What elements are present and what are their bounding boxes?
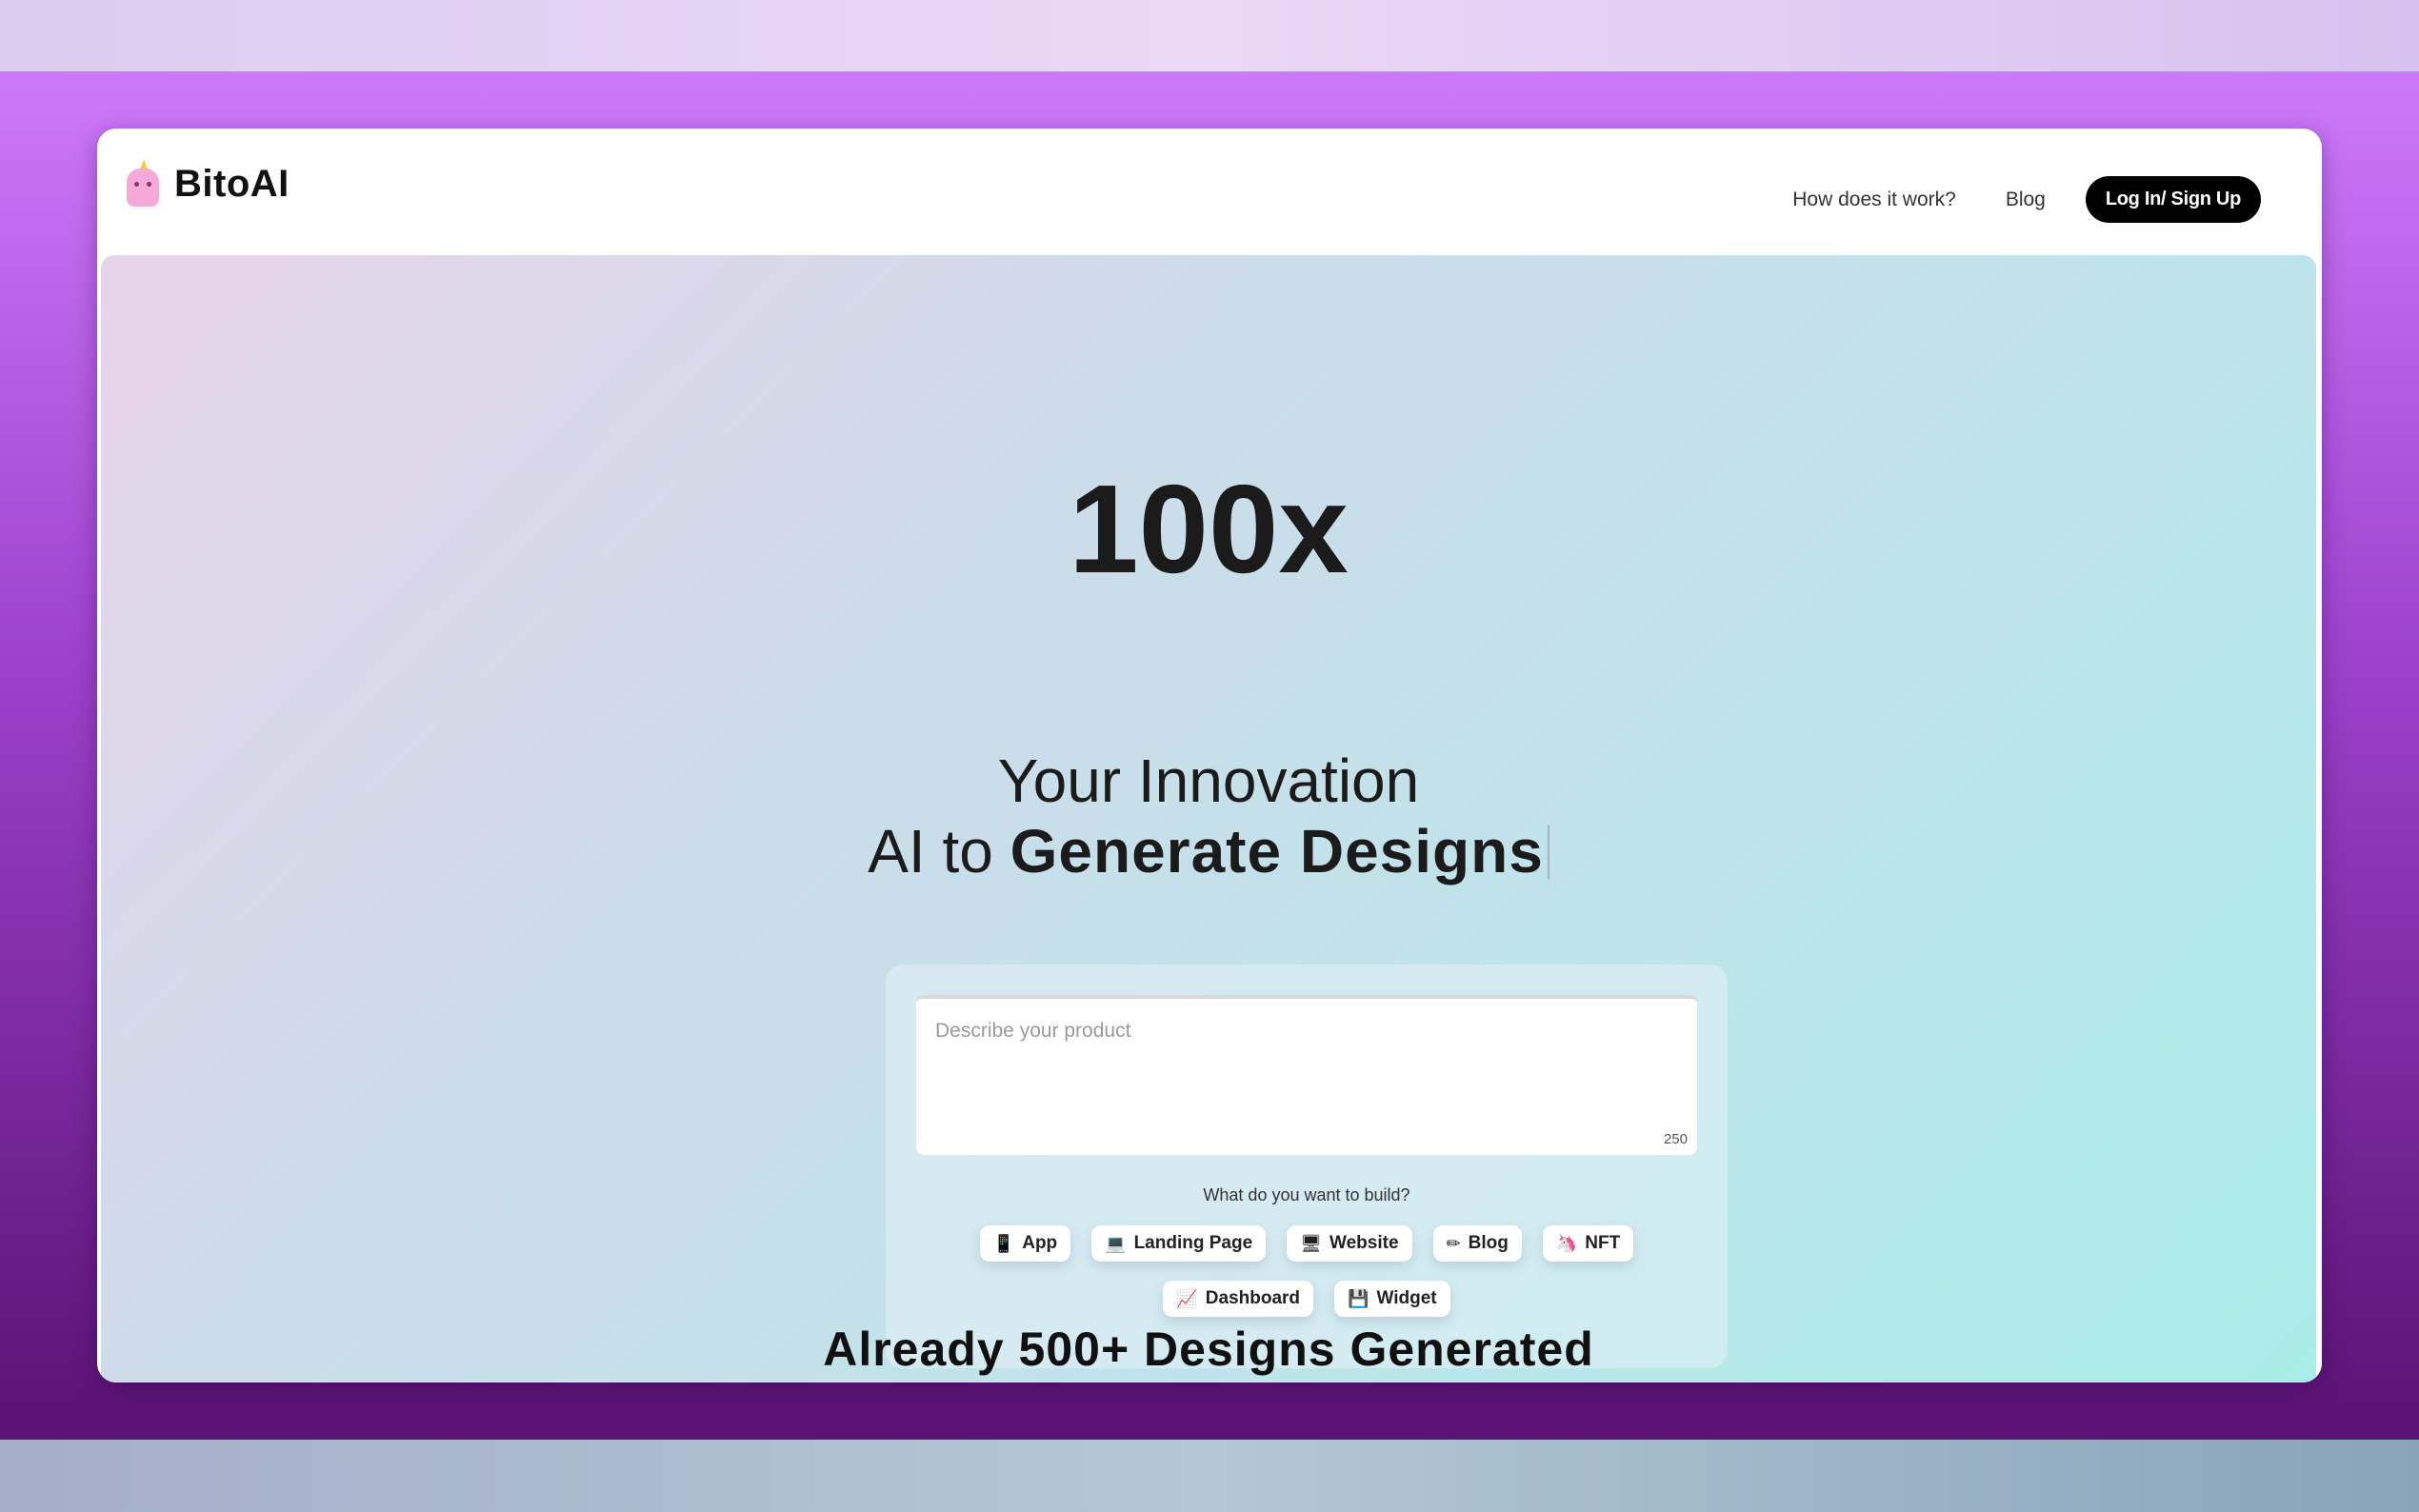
hero-multiplier: 100x [1069,459,1349,599]
designs-generated-headline: Already 500+ Designs Generated [823,1323,1594,1376]
option-dashboard[interactable]: 📈 Dashboard [1163,1281,1314,1317]
typing-caret [1547,825,1549,880]
option-app[interactable]: 📱 App [979,1225,1071,1262]
phone-icon: 📱 [992,1233,1015,1253]
unicorn-icon: 🦄 [1555,1233,1578,1253]
login-signup-button[interactable]: Log In/ Sign Up [2085,176,2261,223]
build-options-row-1: 📱 App 💻 Landing Page 🖥 Website ✏ Blog 🦄 [886,1225,1728,1262]
input-placeholder: Describe your product [935,1020,1131,1042]
background-strip [0,1440,2419,1512]
laptop-icon: 💻 [1105,1233,1127,1253]
option-widget[interactable]: 💾 Widget [1334,1281,1450,1317]
hero-line2-prefix: AI to [868,817,993,885]
char-counter: 250 [1663,1131,1688,1147]
hero-line2: AI to Generate Designs [101,815,2316,887]
nav-links: How does it work? Blog Log In/ Sign Up [1792,176,2261,223]
hero-line2-highlight: Generate Designs [1010,817,1544,885]
option-label: Website [1329,1233,1399,1253]
nav-how-it-works[interactable]: How does it work? [1792,189,1956,211]
product-description-input[interactable]: Describe your product 250 [916,995,1697,1155]
app-window: BitoAI How does it work? Blog Log In/ Si… [97,129,2322,1383]
option-label: NFT [1585,1233,1621,1253]
option-label: Blog [1468,1233,1509,1253]
build-question: What do you want to build? [1203,1185,1410,1204]
build-options-row-2: 📈 Dashboard 💾 Widget [886,1281,1728,1317]
desktop-icon: 🖥 [1300,1233,1323,1253]
pencil-icon: ✏ [1446,1233,1461,1253]
hero-line1: Your Innovation [997,746,1420,815]
navbar: BitoAI How does it work? Blog Log In/ Si… [97,129,2322,255]
product-form-card: Describe your product 250 What do you wa… [886,965,1728,1368]
option-website[interactable]: 🖥 Website [1287,1225,1412,1262]
option-label: Widget [1376,1288,1437,1308]
unicorn-icon [123,159,161,209]
option-blog[interactable]: ✏ Blog [1432,1225,1522,1262]
option-label: App [1022,1233,1058,1253]
chart-icon: 📈 [1176,1288,1198,1308]
brand[interactable]: BitoAI [123,159,290,209]
hero-section: 100x Your Innovation AI to Generate Desi… [101,255,2316,1383]
brand-name: BitoAI [174,162,290,205]
floppy-icon: 💾 [1348,1288,1369,1308]
option-nft[interactable]: 🦄 NFT [1542,1225,1634,1262]
option-landing-page[interactable]: 💻 Landing Page [1091,1225,1267,1262]
option-label: Landing Page [1133,1233,1253,1253]
nav-blog[interactable]: Blog [2006,189,2046,211]
option-label: Dashboard [1205,1288,1301,1308]
